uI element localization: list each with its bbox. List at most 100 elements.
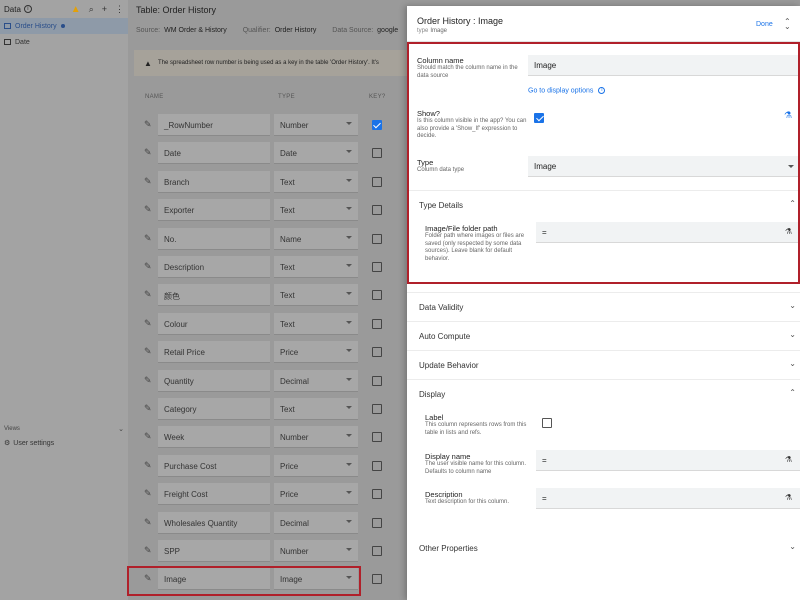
column-type-select[interactable]: Decimal — [274, 511, 358, 534]
key-checkbox[interactable] — [372, 290, 382, 301]
column-name-field[interactable]: 颜色 — [158, 284, 270, 307]
table-row[interactable]: ✎ Week Number — [138, 426, 388, 449]
source-value[interactable]: WM Order & History — [164, 27, 227, 34]
chevron-up-icon[interactable]: ⌃ — [789, 388, 796, 397]
column-name-field[interactable]: Description — [158, 256, 270, 278]
chevron-down-icon[interactable]: ⌄ — [789, 301, 796, 310]
column-type-select[interactable]: Price — [274, 483, 358, 506]
edit-pencil-icon[interactable]: ✎ — [144, 517, 152, 528]
table-row[interactable]: ✎ No. Name — [138, 227, 388, 250]
key-checkbox[interactable] — [372, 262, 382, 272]
column-name-field[interactable]: Category — [158, 398, 270, 420]
column-name-field[interactable]: No. — [158, 227, 270, 250]
chevron-down-icon[interactable]: ⌄ — [789, 359, 796, 368]
key-checkbox[interactable] — [372, 176, 382, 187]
table-row[interactable]: ✎ 颜色 Text — [138, 284, 388, 307]
edit-pencil-icon[interactable]: ✎ — [144, 545, 152, 556]
chevron-down-icon[interactable]: ⌄ — [118, 425, 124, 433]
table-row[interactable]: ✎ Category Text — [138, 398, 388, 420]
column-name-field[interactable]: Week — [158, 426, 270, 449]
table-row[interactable]: ✎ Exporter Text — [138, 199, 388, 222]
key-checkbox[interactable] — [372, 574, 382, 585]
column-type-select[interactable]: Name — [274, 227, 358, 250]
expression-flask-icon[interactable]: ⚗ — [785, 493, 792, 502]
key-checkbox[interactable] — [372, 404, 382, 414]
column-name-field[interactable]: Freight Cost — [158, 483, 270, 506]
edit-pencil-icon[interactable]: ✎ — [144, 119, 152, 130]
table-row[interactable]: ✎ Freight Cost Price — [138, 483, 388, 506]
column-type-select[interactable]: Price — [274, 454, 358, 477]
column-type-select[interactable]: Text — [274, 199, 358, 222]
key-checkbox[interactable] — [372, 460, 382, 471]
column-type-select[interactable]: Text — [274, 312, 358, 335]
column-name-field[interactable]: SPP — [158, 540, 270, 562]
add-icon[interactable]: + — [102, 4, 107, 14]
column-name-field[interactable]: _RowNumber — [158, 114, 270, 136]
sidebar-item-date[interactable]: Date — [0, 34, 128, 50]
table-row[interactable]: ✎ _RowNumber Number — [138, 114, 388, 136]
column-name-field[interactable]: Colour — [158, 312, 270, 335]
column-name-field[interactable]: Wholesales Quantity — [158, 511, 270, 534]
more-vert-icon[interactable]: ⋮ — [115, 4, 124, 15]
table-row[interactable]: ✎ Purchase Cost Price — [138, 454, 388, 477]
warning-icon[interactable]: ▲ — [71, 4, 81, 15]
info-icon[interactable]: i — [23, 5, 32, 13]
edit-pencil-icon[interactable]: ✎ — [144, 431, 152, 442]
edit-pencil-icon[interactable]: ✎ — [144, 318, 152, 329]
column-name-field[interactable]: Purchase Cost — [158, 454, 270, 477]
edit-pencil-icon[interactable]: ✎ — [144, 488, 152, 499]
column-type-select[interactable]: Number — [274, 540, 358, 562]
edit-pencil-icon[interactable]: ✎ — [144, 403, 152, 414]
key-checkbox[interactable] — [372, 546, 382, 556]
edit-pencil-icon[interactable]: ✎ — [144, 346, 152, 357]
chevron-down-icon[interactable]: ⌄ — [789, 330, 796, 339]
column-name-field[interactable]: Branch — [158, 170, 270, 193]
edit-pencil-icon[interactable]: ✎ — [144, 176, 152, 187]
display-name-input[interactable]: = ⚗ — [536, 450, 800, 471]
edit-pencil-icon[interactable]: ✎ — [144, 233, 152, 244]
label-checkbox[interactable] — [542, 418, 552, 428]
key-checkbox[interactable] — [372, 318, 382, 329]
done-button[interactable]: Done — [756, 21, 773, 28]
sidebar-item-user-settings[interactable]: ⚙ User settings — [0, 436, 128, 450]
key-checkbox[interactable] — [372, 375, 382, 386]
column-type-select[interactable]: Decimal — [274, 369, 358, 392]
expression-flask-icon[interactable]: ⚗ — [785, 455, 792, 464]
edit-pencil-icon[interactable]: ✎ — [144, 147, 152, 158]
table-row[interactable]: ✎ Date Date — [138, 142, 388, 165]
column-name-field[interactable]: Retail Price — [158, 341, 270, 364]
sidebar-item-order-history[interactable]: Order History — [0, 18, 128, 34]
reorder-arrows-icon[interactable]: ⌃ ⌄ — [784, 18, 791, 31]
section-data-validity[interactable]: Data Validity ⌄ — [407, 292, 800, 321]
section-auto-compute[interactable]: Auto Compute ⌄ — [407, 321, 800, 350]
table-row[interactable]: ✎ Description Text — [138, 256, 388, 278]
edit-pencil-icon[interactable]: ✎ — [144, 204, 152, 215]
column-type-select[interactable]: Price — [274, 341, 358, 364]
table-row[interactable]: ✎ Wholesales Quantity Decimal — [138, 511, 388, 534]
key-checkbox[interactable] — [372, 347, 382, 358]
column-type-select[interactable]: Text — [274, 398, 358, 420]
edit-pencil-icon[interactable]: ✎ — [144, 289, 152, 300]
section-other-properties[interactable]: Other Properties ⌄ — [407, 534, 800, 563]
column-type-select[interactable]: Text — [274, 170, 358, 193]
column-type-select[interactable]: Number — [274, 114, 358, 136]
table-row[interactable]: ✎ Retail Price Price — [138, 341, 388, 364]
section-update-behavior[interactable]: Update Behavior ⌄ — [407, 350, 800, 379]
key-checkbox[interactable] — [372, 148, 382, 159]
column-name-field[interactable]: Date — [158, 142, 270, 165]
column-type-select[interactable]: Date — [274, 142, 358, 165]
column-type-select[interactable]: Number — [274, 426, 358, 449]
views-header[interactable]: Views ⌄ — [0, 422, 128, 436]
key-checkbox[interactable] — [372, 517, 382, 528]
key-checkbox[interactable] — [372, 432, 382, 443]
chevron-down-icon[interactable]: ⌄ — [789, 542, 796, 551]
table-row[interactable]: ✎ SPP Number — [138, 540, 388, 562]
column-type-select[interactable]: Text — [274, 284, 358, 307]
table-row[interactable]: ✎ Quantity Decimal — [138, 369, 388, 392]
key-checkbox[interactable] — [372, 120, 382, 130]
edit-pencil-icon[interactable]: ✎ — [144, 460, 152, 471]
section-display[interactable]: Display ⌃ — [407, 379, 800, 408]
column-type-select[interactable]: Text — [274, 256, 358, 278]
key-checkbox[interactable] — [372, 233, 382, 244]
table-row[interactable]: ✎ Colour Text — [138, 312, 388, 335]
